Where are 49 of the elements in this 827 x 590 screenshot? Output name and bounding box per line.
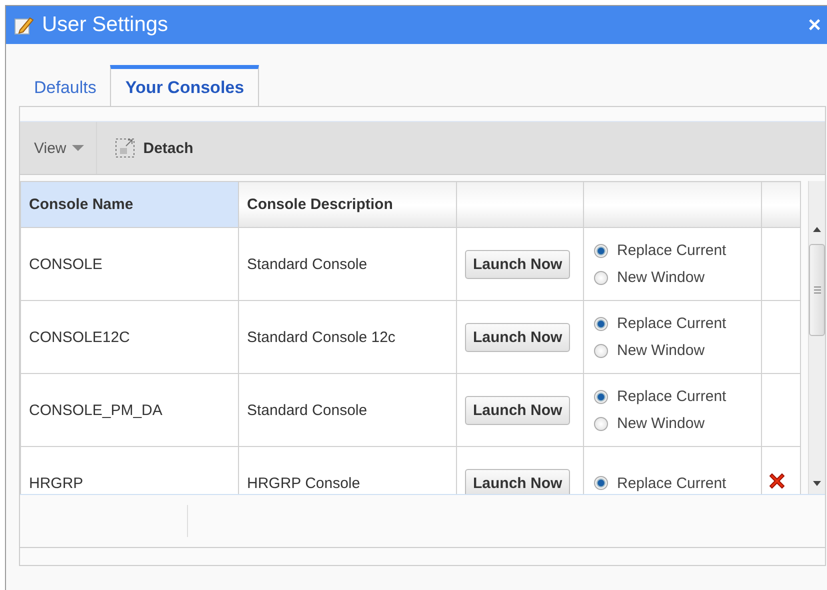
column-header[interactable]: Console Description [238,182,456,228]
radio-button[interactable] [594,476,608,490]
table-cell: Standard Console 12c [238,300,456,374]
radio-button[interactable] [594,416,608,430]
radio-option[interactable]: New Window [594,342,753,359]
window-title: User Settings [42,13,170,37]
radio-option[interactable]: New Window [594,415,753,432]
radio-button[interactable] [594,316,608,330]
tab[interactable]: Defaults [20,70,110,106]
radio-label: New Window [617,415,705,432]
table-cell: Standard Console [238,228,456,300]
detach-icon [115,138,136,158]
radio-button[interactable] [594,344,608,358]
radio-option[interactable]: Replace Current [594,242,753,259]
launch-button[interactable]: Launch Now [465,396,570,424]
caret-icon [72,144,84,152]
table-cell: CONSOLE12C [20,300,238,374]
launch-button[interactable]: Launch Now [465,250,570,278]
tab[interactable]: Your Consoles [110,65,260,107]
view-menu[interactable]: View [20,122,98,174]
table-cell: CONSOLE_PM_DA [20,374,238,446]
scroll-up-icon[interactable] [813,227,821,232]
table-cell: Standard Console [238,374,456,446]
scroll-down-icon[interactable] [813,481,821,486]
table-cell: CONSOLE [20,228,238,300]
radio-label: Replace Current [617,315,726,332]
radio-label: New Window [617,269,705,286]
close-button[interactable]: × [806,12,823,38]
scrollbar[interactable] [808,181,825,494]
radio-option[interactable]: New Window [594,269,753,286]
radio-button[interactable] [594,390,608,404]
table-cell: HRGRP Console [238,446,456,494]
launch-button[interactable]: Launch Now [465,322,570,352]
radio-label: New Window [617,342,705,359]
launch-button[interactable]: Launch Now [465,468,570,494]
column-header[interactable]: Console Name [20,182,238,228]
radio-button[interactable] [594,244,608,258]
detach-button[interactable]: Detach [97,138,204,158]
table-cell: HRGRP [20,446,238,494]
delete-icon[interactable] [768,472,786,490]
radio-label: Replace Current [617,242,726,259]
radio-option[interactable]: Replace Current [594,315,753,332]
pencil-icon [14,15,34,35]
scroll-thumb[interactable] [809,244,825,336]
radio-button[interactable] [594,270,608,284]
radio-label: Replace Current [617,474,726,492]
radio-label: Replace Current [617,388,726,405]
grip-icon [814,286,820,294]
radio-option[interactable]: Replace Current [594,388,753,405]
